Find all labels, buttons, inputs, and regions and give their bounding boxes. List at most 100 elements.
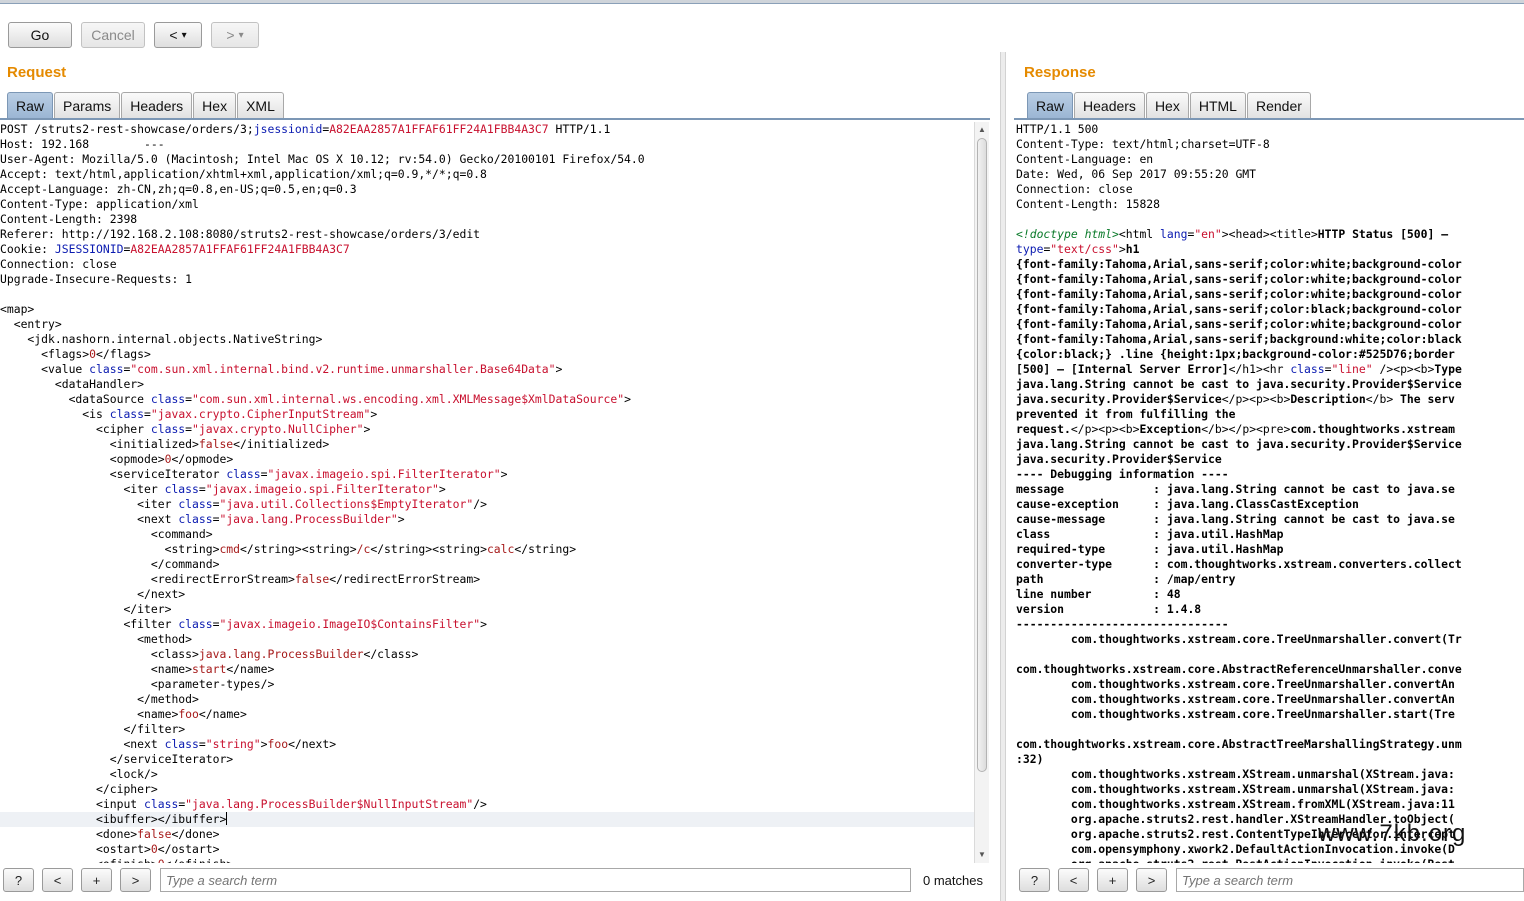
- response-token: <!doctype html>: [1016, 227, 1119, 241]
- request-token: Accept: text/html,application/xhtml+xml,…: [0, 167, 487, 181]
- request-token: </string><string>: [240, 542, 357, 556]
- request-tab-hex[interactable]: Hex: [193, 92, 237, 118]
- request-token: foo: [178, 707, 199, 721]
- response-token: com.thoughtworks.xstream.core.TreeUnmars…: [1016, 692, 1455, 706]
- response-token: version : 1.4.8: [1016, 602, 1202, 616]
- request-token: calc: [486, 542, 515, 556]
- response-search-add-button[interactable]: +: [1097, 868, 1128, 892]
- request-token: class: [226, 467, 261, 481]
- response-search-prev-button[interactable]: <: [1058, 868, 1089, 892]
- request-search-help-button[interactable]: ?: [3, 868, 34, 892]
- request-token: "javax.imageio.spi.FilterIterator": [267, 467, 501, 481]
- cancel-button[interactable]: Cancel: [81, 22, 145, 48]
- request-tabs: Raw Params Headers Hex XML: [7, 92, 285, 118]
- request-token: <map>: [0, 302, 35, 316]
- request-tab-headers[interactable]: Headers: [121, 92, 193, 118]
- scroll-down-icon[interactable]: ▼: [975, 849, 989, 861]
- request-tab-params[interactable]: Params: [54, 92, 121, 118]
- back-button[interactable]: < ▾: [154, 22, 202, 48]
- response-search-help-button[interactable]: ?: [1019, 868, 1050, 892]
- pane-divider[interactable]: [1000, 52, 1006, 901]
- request-search-input[interactable]: [160, 868, 911, 892]
- response-token: com.thoughtworks.xstream.XStream.fromXML…: [1016, 797, 1455, 811]
- request-token: JSESSIONID: [54, 242, 124, 256]
- request-token: Referer: http://192.168.2.108:8080/strut…: [0, 227, 481, 241]
- response-token: org.apache.struts2.rest.RestActionInvoca…: [1016, 857, 1455, 863]
- response-tab-render[interactable]: Render: [1246, 92, 1311, 118]
- response-token: Date: Wed, 06 Sep 2017 09:55:20 GMT: [1016, 167, 1257, 181]
- response-token: line number : 48: [1016, 587, 1181, 601]
- response-tab-hex[interactable]: Hex: [1145, 92, 1189, 118]
- forward-button[interactable]: > ▾: [211, 22, 259, 48]
- response-token: [500] – [Internal Server Error]: [1016, 362, 1229, 376]
- request-token: A82EAA2857A1FFAF61FF24A1FBB4A3C7: [130, 242, 350, 256]
- request-line: <class>java.lang.ProcessBuilder</class>: [0, 647, 974, 662]
- response-tab-headers[interactable]: Headers: [1074, 92, 1145, 118]
- request-line: <map>: [0, 302, 974, 317]
- response-token: request.: [1016, 422, 1071, 436]
- response-line: java.security.Provider$Service</p><p><b>…: [1016, 392, 1524, 407]
- response-line: {font-family:Tahoma,Arial,sans-serif;col…: [1016, 257, 1524, 272]
- response-line: cause-message : java.lang.String cannot …: [1016, 512, 1524, 527]
- go-button[interactable]: Go: [8, 22, 72, 48]
- request-search-add-button[interactable]: +: [81, 868, 112, 892]
- request-token: <redirectErrorStream>: [0, 572, 295, 586]
- response-token: java.lang.String cannot be cast to java.…: [1016, 437, 1462, 451]
- response-line: request.</p><p><b>Exception</b></p><pre>…: [1016, 422, 1524, 437]
- response-token: com.thoughtworks.xstream.core.TreeUnmars…: [1016, 677, 1455, 691]
- request-token: </next>: [0, 587, 186, 601]
- request-token: Content-Length: 2398: [0, 212, 138, 226]
- response-token: Content-Length: 15828: [1016, 197, 1161, 211]
- request-line: Accept: text/html,application/xhtml+xml,…: [0, 167, 974, 182]
- request-line: [0, 287, 974, 302]
- request-token: "com.sun.xml.internal.bind.v2.runtime.un…: [130, 362, 556, 376]
- response-tab-underline: [1014, 118, 1524, 120]
- request-token: <next: [0, 737, 165, 751]
- request-search-prev-button[interactable]: <: [42, 868, 73, 892]
- response-search-next-button[interactable]: >: [1136, 868, 1167, 892]
- request-line: <parameter-types/>: [0, 677, 974, 692]
- request-line: Host: 192.168 ---: [0, 137, 974, 152]
- request-editor[interactable]: POST /struts2-rest-showcase/orders/3;jse…: [0, 122, 974, 863]
- prev-icon: <: [1069, 872, 1078, 888]
- request-token: "com.sun.xml.internal.ws.encoding.xml.XM…: [192, 392, 625, 406]
- request-token: >: [438, 482, 446, 496]
- request-search-next-button[interactable]: >: [120, 868, 151, 892]
- request-token: class: [178, 512, 213, 526]
- request-token: <iter: [0, 482, 165, 496]
- next-icon: >: [1147, 872, 1156, 888]
- response-token: {font-family:Tahoma,Arial,sans-serif;col…: [1016, 272, 1462, 286]
- response-tab-html[interactable]: HTML: [1189, 92, 1246, 118]
- response-line: com.thoughtworks.xstream.core.AbstractTr…: [1016, 737, 1524, 752]
- request-scroll-thumb[interactable]: [977, 138, 987, 772]
- request-tab-xml[interactable]: XML: [237, 92, 284, 118]
- request-token: <serviceIterator: [0, 467, 227, 481]
- request-line: <serviceIterator class="javax.imageio.sp…: [0, 467, 974, 482]
- request-token: =: [198, 482, 206, 496]
- help-icon: ?: [1030, 872, 1039, 888]
- request-token: "string": [205, 737, 261, 751]
- forward-dropdown-icon[interactable]: ▾: [239, 30, 244, 41]
- scroll-up-icon[interactable]: ▲: [975, 124, 989, 136]
- request-token: <lock/>: [0, 767, 158, 781]
- response-line: ---- Debugging information ----: [1016, 467, 1524, 482]
- request-token: 0: [158, 857, 165, 863]
- response-line: {font-family:Tahoma,Arial,sans-serif;col…: [1016, 317, 1524, 332]
- request-tab-raw[interactable]: Raw: [7, 92, 54, 118]
- request-token: <ostart>: [0, 842, 151, 856]
- response-tabs: Raw Headers Hex HTML Render: [1027, 92, 1312, 118]
- request-token: <flags>: [0, 347, 90, 361]
- request-token: 0: [150, 842, 158, 856]
- request-token: "java.lang.ProcessBuilder$NullInputStrea…: [185, 797, 474, 811]
- response-editor[interactable]: HTTP/1.1 500 Content-Type: text/html;char…: [1016, 122, 1524, 863]
- request-token: >: [480, 617, 487, 631]
- request-scrollbar[interactable]: ▲ ▼: [974, 122, 989, 863]
- response-tab-raw[interactable]: Raw: [1027, 92, 1074, 118]
- response-search-input[interactable]: [1176, 868, 1524, 892]
- request-token: <string>: [0, 542, 220, 556]
- request-token: class: [164, 482, 199, 496]
- text-caret: [226, 812, 228, 825]
- request-line: <ofinish>0</ofinish>: [0, 857, 974, 863]
- request-token: <is: [0, 407, 110, 421]
- back-dropdown-icon[interactable]: ▾: [182, 30, 187, 41]
